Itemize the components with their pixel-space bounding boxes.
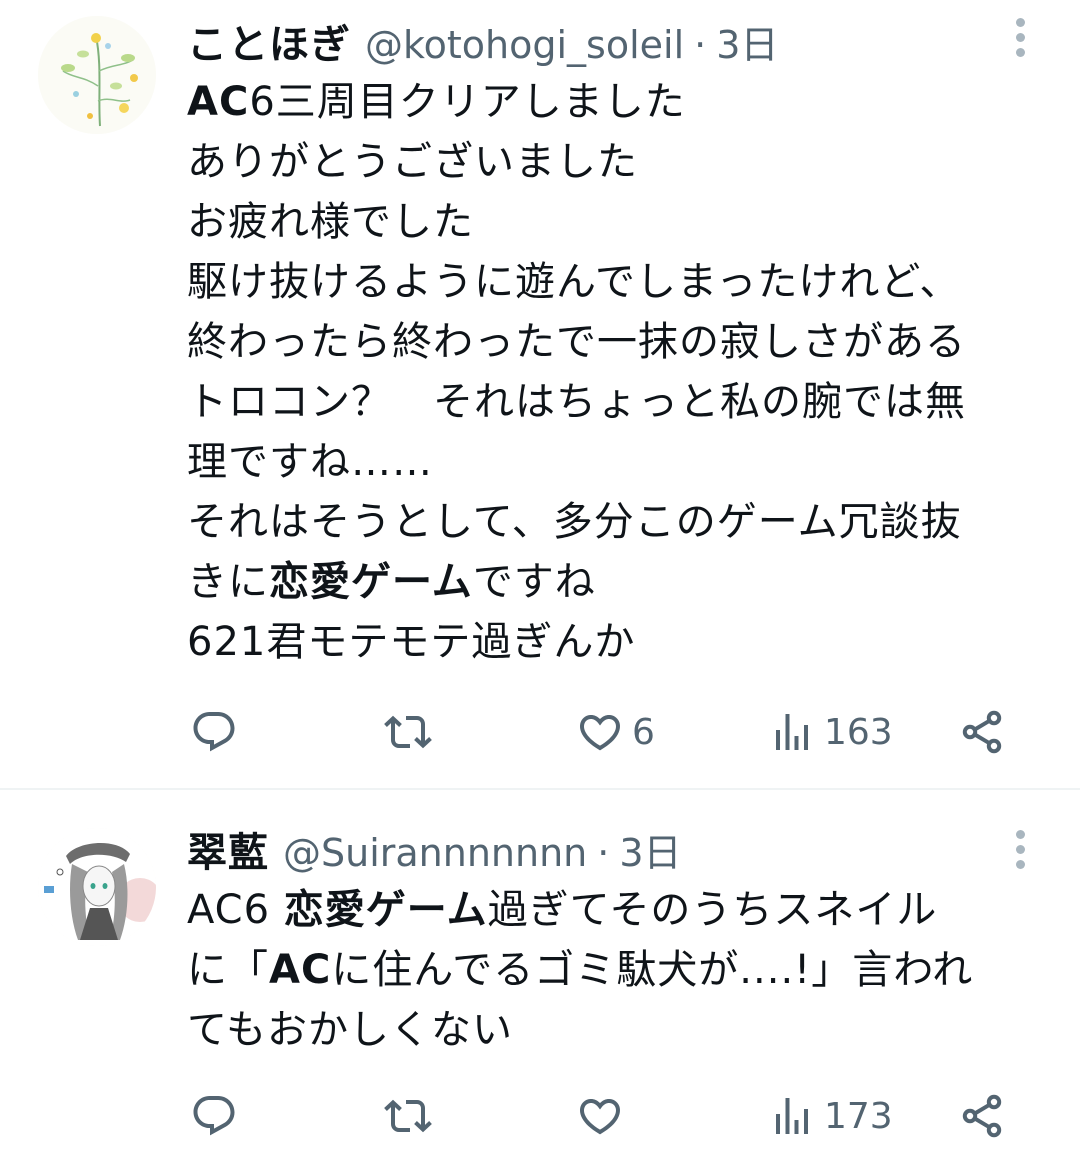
user-handle[interactable]: @Suirannnnnnn <box>283 831 587 875</box>
tweet-text-line: トロコン？ それはちょっと私の腕では無 <box>187 372 1057 432</box>
views-count: 163 <box>824 711 893 753</box>
retweet-button[interactable] <box>384 702 440 762</box>
text-segment: AC6 <box>187 887 284 933</box>
reply-icon <box>193 712 235 752</box>
tweet-text-line: 駆け抜けるように遊んでしまったけれど、 <box>187 252 1057 312</box>
like-icon <box>579 715 621 751</box>
tweet-text-line: 理ですね…… <box>187 432 1057 492</box>
separator: · <box>597 831 610 875</box>
text-segment: きに <box>187 559 269 605</box>
text-segment: 6三周目クリアしました <box>249 79 686 125</box>
text-segment: お疲れ様でした <box>187 199 474 245</box>
tweet-actions: 6 163 <box>0 702 1080 762</box>
avatar[interactable] <box>38 16 156 134</box>
tweet-text: AC6三周目クリアしましたありがとうございました お疲れ様でした駆け抜けるように遊… <box>187 72 1057 672</box>
tweet-text-line: てもおかしくない <box>187 1000 1057 1060</box>
display-name[interactable]: 翠藍 <box>187 820 269 878</box>
share-icon <box>962 1094 1002 1138</box>
tweet-text-line: ありがとうございました <box>187 132 1057 192</box>
views-icon <box>776 714 808 750</box>
tweet-text-line: に「ACに住んでるゴミ駄犬が....!」言われ <box>187 940 1057 1000</box>
timestamp[interactable]: 3日 <box>716 14 778 69</box>
tweet-text-line: AC6 恋愛ゲーム過ぎてそのうちスネイル <box>187 880 1057 940</box>
tweet-1[interactable]: ことほぎ @kotohogi_soleil · 3日 AC6三周目クリアしました… <box>0 0 1080 788</box>
text-segment: 駆け抜けるように遊んでしまったけれど、 <box>187 259 961 305</box>
views-button[interactable]: 173 <box>768 1086 893 1146</box>
text-segment: それはそうとして、多分このゲーム冗談抜 <box>187 499 962 545</box>
tweet-text: AC6 恋愛ゲーム過ぎてそのうちスネイル に「ACに住んでるゴミ駄犬が....!」… <box>187 880 1057 1060</box>
like-count: 6 <box>632 711 655 753</box>
views-button[interactable]: 163 <box>768 702 893 762</box>
anime-girl-avatar-image <box>38 828 156 946</box>
bold-text: AC <box>187 79 250 125</box>
views-icon <box>776 1098 808 1134</box>
text-segment: トロコン？ それはちょっと私の腕では無 <box>187 379 966 425</box>
tweet-header: 翠藍 @Suirannnnnnn · 3日 <box>187 820 682 876</box>
reply-icon <box>193 1096 235 1136</box>
tweet-text-line: きに恋愛ゲームですね <box>187 552 1057 612</box>
separator: · <box>694 23 707 67</box>
tweet-actions: 173 <box>0 1086 1080 1146</box>
text-segment: ありがとうございました <box>187 139 638 185</box>
tweet-text-line: お疲れ様でした <box>187 192 1057 252</box>
share-button[interactable] <box>958 1086 1006 1146</box>
views-count: 173 <box>824 1095 893 1137</box>
bold-text: 恋愛ゲーム <box>283 887 488 933</box>
reply-button[interactable] <box>190 1086 246 1146</box>
text-segment: てもおかしくない <box>187 1007 513 1053</box>
share-button[interactable] <box>958 702 1006 762</box>
tweet-text-line: それはそうとして、多分このゲーム冗談抜 <box>187 492 1057 552</box>
text-segment: 621君モテモテ過ぎんか <box>187 619 636 665</box>
tweet-text-line: 621君モテモテ過ぎんか <box>187 612 1057 672</box>
flower-avatar-image <box>38 16 156 134</box>
more-icon[interactable] <box>1008 18 1032 62</box>
retweet-icon <box>384 1099 432 1133</box>
text-segment: 終わったら終わったで一抹の寂しさがある <box>187 319 966 365</box>
text-segment: 理ですね…… <box>187 439 433 485</box>
reply-button[interactable] <box>190 702 246 762</box>
text-segment: に「 <box>187 947 269 993</box>
tweet-header: ことほぎ @kotohogi_soleil · 3日 <box>187 12 778 68</box>
text-segment: 過ぎてそのうちスネイル <box>487 887 938 933</box>
retweet-icon <box>384 715 432 749</box>
tweet-text-line: 終わったら終わったで一抹の寂しさがある <box>187 312 1057 372</box>
share-icon <box>962 710 1002 754</box>
like-button[interactable] <box>576 1086 632 1146</box>
more-icon[interactable] <box>1008 830 1032 874</box>
timestamp[interactable]: 3日 <box>619 822 681 877</box>
tweet-2[interactable]: 翠藍 @Suirannnnnnn · 3日 AC6 恋愛ゲーム過ぎてそのうちスネ… <box>0 790 1080 1161</box>
like-button[interactable]: 6 <box>576 702 655 762</box>
tweet-text-line: AC6三周目クリアしました <box>187 72 1057 132</box>
bold-text: 恋愛ゲーム <box>269 559 473 605</box>
display-name[interactable]: ことほぎ <box>187 12 351 70</box>
retweet-button[interactable] <box>384 1086 440 1146</box>
bold-text: AC <box>269 947 332 993</box>
text-segment: に住んでるゴミ駄犬が....!」言われ <box>331 947 974 993</box>
text-segment: ですね <box>472 559 596 605</box>
user-handle[interactable]: @kotohogi_soleil <box>365 23 684 67</box>
avatar[interactable] <box>38 828 156 946</box>
like-icon <box>579 1099 621 1135</box>
